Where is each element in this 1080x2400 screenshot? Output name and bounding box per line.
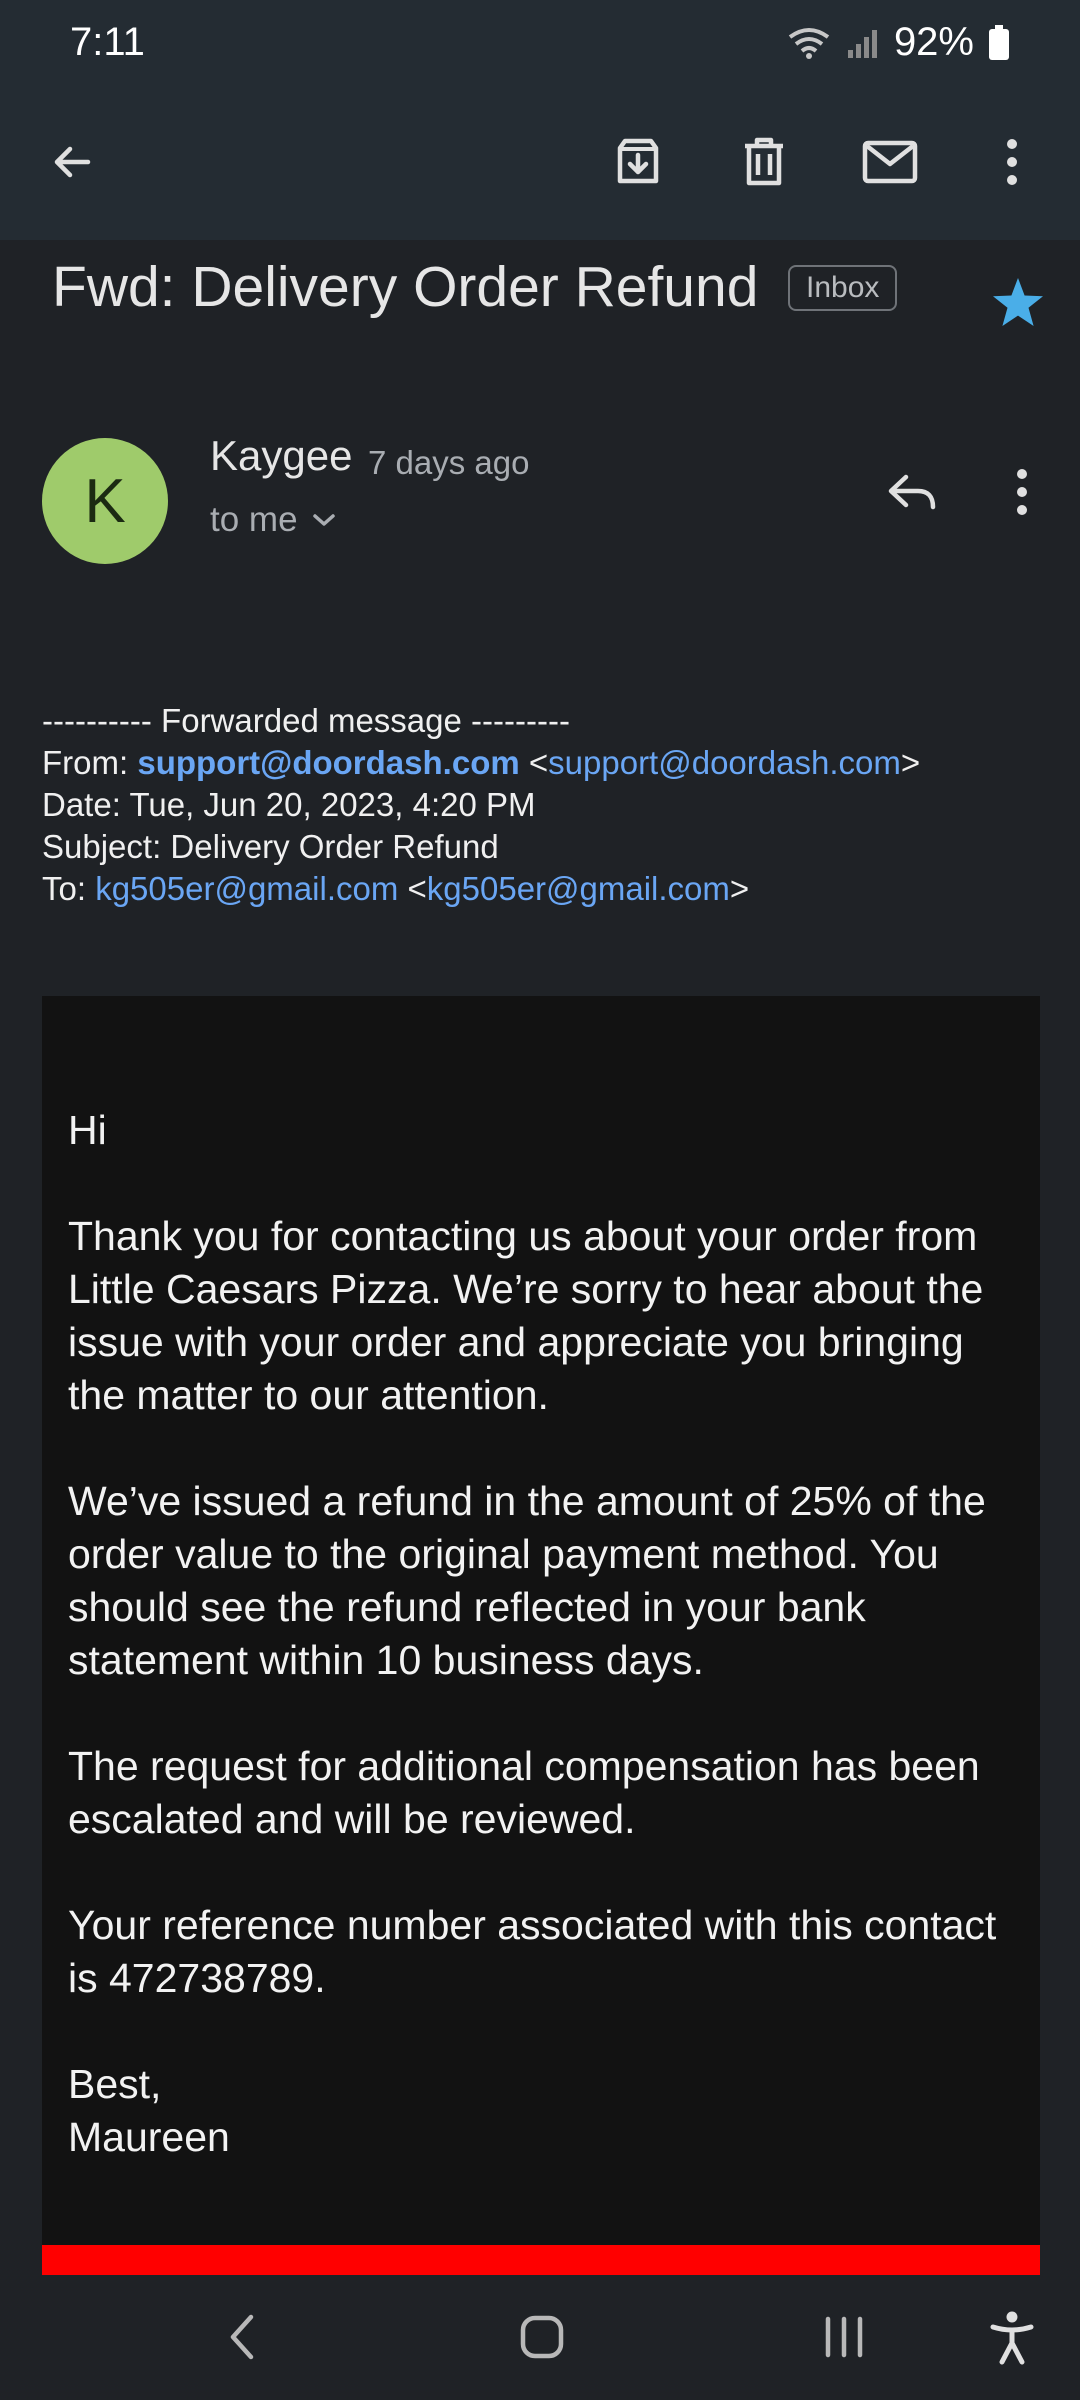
forwarded-to: To: kg505er@gmail.com <kg505er@gmail.com…	[42, 870, 750, 907]
signature: Maureen	[68, 2114, 230, 2160]
paragraph-escalation: The request for additional compensation …	[68, 1743, 980, 1842]
delete-icon	[745, 137, 783, 186]
sent-time: 7 days ago	[368, 444, 530, 481]
status-bar: 7:11 92%	[0, 0, 1080, 90]
to-name-link[interactable]: kg505er@gmail.com	[95, 870, 398, 907]
archive-button[interactable]	[604, 128, 672, 196]
forwarded-date: Date: Tue, Jun 20, 2023, 4:20 PM	[42, 786, 536, 823]
forwarded-subject: Subject: Delivery Order Refund	[42, 828, 499, 865]
mark-unread-icon	[862, 140, 918, 184]
back-button[interactable]	[40, 130, 104, 194]
nav-back-button[interactable]	[210, 2305, 274, 2369]
system-nav-bar	[0, 2275, 1080, 2400]
to-email-link[interactable]: kg505er@gmail.com	[427, 870, 730, 907]
chevron-down-icon	[312, 514, 335, 526]
accessibility-icon	[990, 2311, 1034, 2365]
sender-name: Kaygee	[210, 432, 353, 479]
reply-button[interactable]	[880, 462, 944, 522]
toolbar	[0, 90, 1080, 240]
paragraph-reference: Your reference number associated with th…	[68, 1902, 997, 2001]
paragraph-apology: Thank you for contacting us about your o…	[68, 1213, 984, 1418]
nav-home-button[interactable]	[510, 2305, 574, 2369]
star-icon	[993, 278, 1043, 326]
nav-home-icon	[520, 2315, 564, 2359]
more-vert-icon	[1007, 139, 1017, 185]
recipient-toggle[interactable]: to me	[210, 500, 336, 540]
email-body-text: Hi Thank you for contacting us about you…	[68, 1104, 1028, 2164]
status-time: 7:11	[70, 20, 145, 64]
recipient-text: to me	[210, 500, 298, 539]
paragraph-refund: We’ve issued a refund in the amount of 2…	[68, 1478, 986, 1683]
back-arrow-icon	[54, 146, 91, 178]
accessibility-button[interactable]	[980, 2303, 1044, 2373]
nav-recents-button[interactable]	[812, 2305, 876, 2369]
mark-unread-button[interactable]	[854, 128, 926, 196]
archive-icon	[617, 138, 659, 184]
more-vert-icon	[1017, 469, 1027, 515]
signal-icon	[847, 29, 877, 58]
from-name-link[interactable]: support@doordash.com	[137, 744, 519, 781]
battery-icon	[989, 24, 1009, 60]
from-label: From:	[42, 744, 129, 781]
more-options-button[interactable]	[988, 130, 1036, 194]
battery-percent: 92%	[893, 20, 974, 64]
forwarded-from: From: support@doordash.com <support@door…	[42, 744, 921, 781]
delete-button[interactable]	[730, 128, 798, 196]
subject-row: Fwd: Delivery Order Refund	[0, 240, 1080, 360]
forwarded-divider: ---------- Forwarded message ---------	[42, 702, 570, 739]
wifi-icon	[788, 27, 830, 59]
greeting: Hi	[68, 1107, 107, 1153]
email-body: Hi Thank you for contacting us about you…	[42, 996, 1040, 2276]
forwarded-header: ---------- Forwarded message --------- F…	[42, 700, 1042, 910]
from-email-link[interactable]: support@doordash.com	[548, 744, 901, 781]
email-subject: Fwd: Delivery Order Refund	[52, 255, 759, 319]
inbox-label[interactable]: Inbox	[788, 265, 898, 311]
message-more-button[interactable]	[1000, 462, 1044, 522]
nav-back-icon	[230, 2314, 254, 2360]
signoff: Best,	[68, 2061, 162, 2107]
footer-accent-bar	[42, 2245, 1040, 2275]
avatar[interactable]: K	[42, 438, 168, 564]
status-icons: 92%	[786, 20, 1010, 65]
to-label: To:	[42, 870, 87, 907]
star-button[interactable]	[990, 276, 1046, 335]
reply-icon	[888, 474, 936, 510]
nav-recents-icon	[825, 2316, 863, 2358]
